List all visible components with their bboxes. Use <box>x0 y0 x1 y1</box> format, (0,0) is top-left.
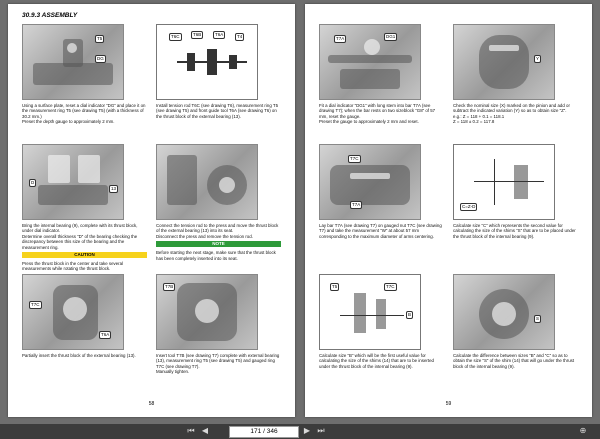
last-page-icon[interactable]: ⏭ <box>316 426 326 436</box>
step-cell: C=Z-D Calculate size “C” which represent… <box>453 144 578 239</box>
callout-label: C=Z-D <box>460 203 478 211</box>
step-cell: T6C T6B T6A T4 Install tension rod T6C (… <box>156 24 281 119</box>
step-cell: D 13 Bring the internal bearing (9), com… <box>22 144 147 272</box>
assembly-photo: T7C T6A <box>22 274 124 350</box>
callout-label: D <box>29 179 37 187</box>
note-banner: NOTE <box>156 241 281 248</box>
callout-label: T7A <box>350 201 363 209</box>
caution-text: Press the thrust block in the center and… <box>22 261 124 272</box>
callout-label: T6A <box>99 331 112 339</box>
assembly-photo <box>156 144 258 220</box>
step-caption: Using a surface plate, reset a dial indi… <box>22 103 146 125</box>
step-cell: T5 DG Using a surface plate, reset a dia… <box>22 24 147 125</box>
zoom-in-icon[interactable]: ⊕ <box>578 426 588 436</box>
callout-label: B <box>406 311 414 319</box>
current-page: 171 <box>250 428 262 435</box>
callout-label: T7A <box>334 35 347 43</box>
page-number: 58 <box>148 401 155 407</box>
assembly-photo: T7C T7A <box>319 144 421 220</box>
page-indicator[interactable]: 171 / 346 <box>229 426 299 438</box>
page-separator: / <box>263 428 265 435</box>
assembly-photo: D 13 <box>22 144 124 220</box>
step-caption: Fit a dial indicator “DG1” with long ste… <box>319 103 436 125</box>
right-page: T7A DG1 Fit a dial indicator “DG1” with … <box>305 4 592 417</box>
assembly-photo: T5 DG <box>22 24 124 100</box>
step-caption: Calculate size “C” which represents the … <box>453 223 576 239</box>
total-pages: 346 <box>266 428 278 435</box>
callout-label: DG <box>95 55 106 63</box>
step-caption: Lay bar T7A (see drawing T7) on gauged n… <box>319 223 442 239</box>
tool-drawing: T5 T7C B <box>319 274 421 350</box>
step-cell: T7A DG1 Fit a dial indicator “DG1” with … <box>319 24 444 125</box>
callout-label: S <box>534 315 542 323</box>
step-caption: Check the nominal size (X) marked on the… <box>453 103 570 125</box>
callout-label: T7C <box>384 283 397 291</box>
caution-banner: CAUTION <box>22 252 147 259</box>
note-text: Before starting the next stage, make sur… <box>156 250 276 261</box>
callout-label: Y <box>534 55 542 63</box>
step-cell: Y Check the nominal size (X) marked on t… <box>453 24 578 125</box>
assembly-photo: S <box>453 274 555 350</box>
callout-label: T7C <box>348 155 361 163</box>
callout-label: T7B <box>163 283 176 291</box>
first-page-icon[interactable]: ⏮ <box>186 426 196 436</box>
tool-drawing: T6C T6B T6A T4 <box>156 24 258 100</box>
callout-label: T6C <box>169 33 182 41</box>
callout-label: T7C <box>29 301 42 309</box>
page-number: 59 <box>445 401 452 407</box>
assembly-photo: Y <box>453 24 555 100</box>
step-cell: T7C T7A Lay bar T7A (see drawing T7) on … <box>319 144 444 239</box>
callout-label: T4 <box>235 33 245 41</box>
step-cell: S Calculate the difference between sizes… <box>453 274 578 369</box>
assembly-photo: T7B <box>156 274 258 350</box>
step-caption: Bring the internal bearing (9), complete… <box>22 223 138 250</box>
step-caption: Connect the tension rod to the press and… <box>156 223 279 239</box>
step-caption: Calculate the difference between sizes “… <box>453 353 575 369</box>
step-cell: T5 T7C B Calculate size “B” which will b… <box>319 274 444 369</box>
step-caption: Install tension rod T6C (see drawing T6)… <box>156 103 279 119</box>
callout-label: T5 <box>330 283 340 291</box>
prev-page-icon[interactable]: ◀ <box>200 426 210 436</box>
step-caption: Calculate size “B” which will be the fir… <box>319 353 434 369</box>
step-cell: T7B Insert tool T7B (see drawing T7) com… <box>156 274 281 375</box>
step-cell: T7C T6A Partially insert the thrust bloc… <box>22 274 147 358</box>
tool-drawing: C=Z-D <box>453 144 555 220</box>
viewer-toolbar: ⏮ ◀ 171 / 346 ▶ ⏭ ⊕ <box>0 424 600 439</box>
step-caption: Partially insert the thrust block of the… <box>22 353 136 358</box>
callout-label: T6B <box>191 31 204 39</box>
section-title: 30.9.3 ASSEMBLY <box>22 12 78 19</box>
left-page: 30.9.3 ASSEMBLY T5 DG Using a surface pl… <box>8 4 295 417</box>
step-cell: Connect the tension rod to the press and… <box>156 144 281 261</box>
step-caption: Insert tool T7B (see drawing T7) complet… <box>156 353 280 375</box>
next-page-icon[interactable]: ▶ <box>302 426 312 436</box>
assembly-photo: T7A DG1 <box>319 24 421 100</box>
callout-label: DG1 <box>384 33 398 41</box>
callout-label: T6A <box>213 31 226 39</box>
callout-label: T5 <box>95 35 105 43</box>
callout-label: 13 <box>109 185 119 193</box>
